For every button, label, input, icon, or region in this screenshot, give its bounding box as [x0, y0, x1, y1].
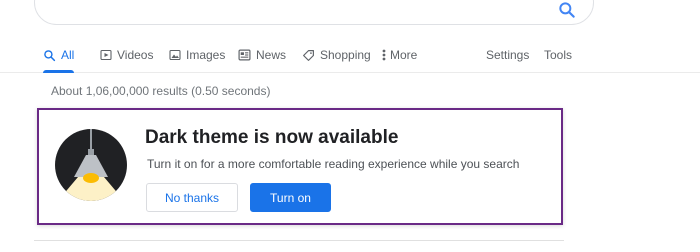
- tab-news[interactable]: News: [238, 38, 286, 72]
- dark-theme-promo: Dark theme is now available Turn it on f…: [37, 108, 563, 225]
- search-icon[interactable]: [557, 0, 577, 20]
- tab-images[interactable]: Images: [169, 38, 225, 72]
- tab-shopping[interactable]: Shopping: [302, 38, 371, 72]
- promo-title: Dark theme is now available: [145, 127, 399, 148]
- tab-label: Shopping: [320, 48, 371, 62]
- tab-label: More: [390, 48, 418, 62]
- more-vert-icon: [382, 49, 386, 61]
- tab-more[interactable]: More: [382, 38, 417, 72]
- search-icon: [44, 49, 56, 61]
- no-thanks-button[interactable]: No thanks: [146, 183, 238, 212]
- settings-link[interactable]: Settings: [486, 38, 529, 72]
- tab-label: News: [256, 48, 287, 62]
- search-box[interactable]: [34, 0, 594, 25]
- news-icon: [238, 49, 251, 61]
- lamp-icon: [55, 129, 127, 201]
- image-icon: [169, 49, 181, 61]
- result-stats: About 1,06,00,000 results (0.50 seconds): [51, 84, 271, 98]
- search-tabs: All Videos Images News Shopping More Set…: [0, 38, 700, 73]
- tab-videos[interactable]: Videos: [100, 38, 153, 72]
- tab-label: All: [61, 48, 75, 62]
- tab-label: Images: [186, 48, 226, 62]
- video-icon: [100, 49, 112, 61]
- tools-link[interactable]: Tools: [544, 38, 572, 72]
- tab-all[interactable]: All: [43, 38, 75, 73]
- turn-on-button[interactable]: Turn on: [250, 183, 331, 212]
- divider: [34, 240, 564, 241]
- tab-label: Videos: [117, 48, 154, 62]
- promo-description: Turn it on for a more comfortable readin…: [147, 157, 520, 171]
- tag-icon: [303, 49, 314, 61]
